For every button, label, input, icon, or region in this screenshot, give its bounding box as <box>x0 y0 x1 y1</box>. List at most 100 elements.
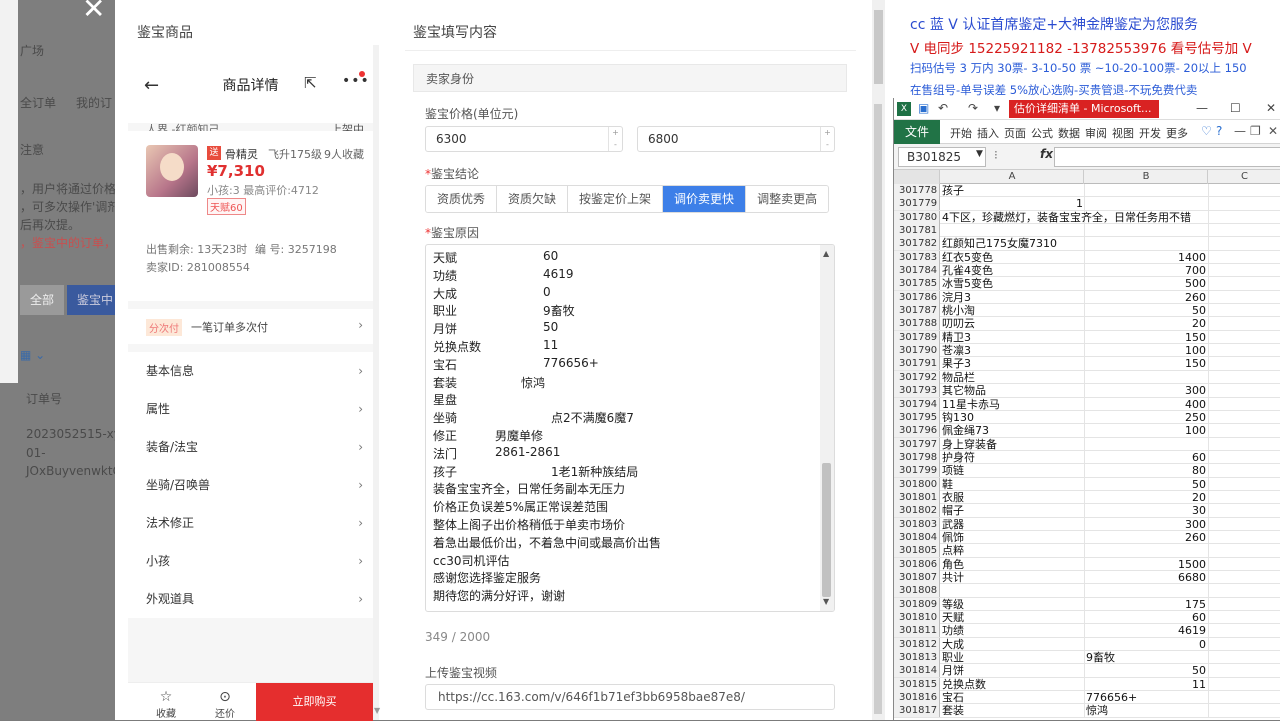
menu-item-children[interactable]: 小孩 › <box>128 542 373 580</box>
bg-all-button[interactable]: 全部 <box>20 285 64 315</box>
table-row[interactable]: 301789 精卫3 150 <box>894 330 1280 345</box>
table-row[interactable]: 301807 共计 6680 <box>894 570 1280 585</box>
table-row[interactable]: 301795 钩130 250 <box>894 410 1280 425</box>
cell-b[interactable]: 260 <box>1086 291 1206 304</box>
cell-b[interactable]: 776656+ <box>1086 691 1206 704</box>
redo-icon[interactable]: ↷ <box>968 101 978 115</box>
row-number[interactable]: 301792 <box>894 370 940 384</box>
table-row[interactable]: 301778 孩子 <box>894 184 1280 198</box>
restore-icon[interactable]: ❐ <box>1250 124 1261 138</box>
row-number[interactable]: 301785 <box>894 277 940 291</box>
quick-access-icon[interactable]: ▾ <box>994 101 1000 115</box>
cell-a[interactable]: 等级 <box>942 598 1084 611</box>
row-number[interactable]: 301794 <box>894 397 940 411</box>
table-row[interactable]: 301815 兑换点数 11 <box>894 677 1280 692</box>
table-row[interactable]: 301790 苍凛3 100 <box>894 344 1280 358</box>
cell-a[interactable]: 共计 <box>942 571 1084 584</box>
cell-a[interactable]: 鞋 <box>942 478 1084 491</box>
table-row[interactable]: 301785 冰雪5变色 500 <box>894 277 1280 291</box>
conclusion-option[interactable]: 调整卖更高 <box>746 186 829 212</box>
help-icon[interactable]: ? <box>1216 124 1222 138</box>
name-box[interactable]: B301825 <box>898 147 986 167</box>
cell-b[interactable]: 100 <box>1086 424 1206 437</box>
cell-b[interactable]: 260 <box>1086 531 1206 544</box>
table-row[interactable]: 301786 浣月3 260 <box>894 290 1280 305</box>
heart-icon[interactable]: ♡ <box>1201 124 1212 138</box>
table-row[interactable]: 301788 叨叨云 20 <box>894 317 1280 331</box>
row-number[interactable]: 301798 <box>894 450 940 464</box>
table-row[interactable]: 301780 4下区，珍藏燃灯，装备宝宝齐全，日常任务用不错 <box>894 210 1280 225</box>
cell-a[interactable]: 冰雪5变色 <box>942 277 1084 290</box>
ribbon-tab[interactable]: 页面 <box>1004 125 1026 141</box>
row-number[interactable]: 301805 <box>894 544 940 558</box>
stepper-icon[interactable]: + - <box>820 127 834 151</box>
buy-now-button[interactable]: 立即购买 <box>256 683 373 721</box>
table-row[interactable]: 301809 等级 175 <box>894 597 1280 611</box>
row-number[interactable]: 301804 <box>894 530 940 544</box>
row-number[interactable]: 301807 <box>894 570 940 584</box>
cell-b[interactable]: 11 <box>1086 678 1206 691</box>
cell-a[interactable]: 武器 <box>942 518 1084 531</box>
scroll-thumb[interactable] <box>874 104 882 714</box>
conclusion-option[interactable]: 资质优秀 <box>426 186 498 212</box>
row-number[interactable]: 301816 <box>894 691 940 705</box>
cell-b[interactable]: 300 <box>1086 518 1206 531</box>
row-number[interactable]: 301791 <box>894 357 940 371</box>
undo-icon[interactable]: ↶ <box>938 101 948 115</box>
cell-b[interactable]: 60 <box>1086 451 1206 464</box>
cell-a[interactable]: 点粹 <box>942 544 1084 557</box>
column-header-c[interactable]: C <box>1209 170 1280 184</box>
cell-a[interactable]: 兑换点数 <box>942 678 1084 691</box>
table-row[interactable]: 301781 <box>894 224 1280 238</box>
table-row[interactable]: 301798 护身符 60 <box>894 450 1280 465</box>
cell-b[interactable]: 400 <box>1086 398 1206 411</box>
cell-b[interactable]: 500 <box>1086 277 1206 290</box>
cell-b[interactable]: 80 <box>1086 464 1206 477</box>
row-number[interactable]: 301788 <box>894 317 940 331</box>
cell-b[interactable]: 1 <box>1076 197 1196 210</box>
row-number[interactable]: 301812 <box>894 637 940 651</box>
row-number[interactable]: 301784 <box>894 264 940 278</box>
row-number[interactable]: 301797 <box>894 437 940 451</box>
menu-item-spell-correction[interactable]: 法术修正 › <box>128 504 373 542</box>
maximize-icon[interactable]: ☐ <box>1230 101 1241 115</box>
table-row[interactable]: 301817 套装 惊鸿 <box>894 704 1280 718</box>
ribbon-tab[interactable]: 开始 <box>950 125 972 141</box>
cell-a[interactable]: 叨叨云 <box>942 317 1084 330</box>
close-icon[interactable]: ✕ <box>82 0 105 25</box>
ribbon-tab[interactable]: 开发 <box>1139 125 1161 141</box>
table-row[interactable]: 301810 天赋 60 <box>894 611 1280 625</box>
cell-a[interactable]: 项链 <box>942 464 1084 477</box>
row-number[interactable]: 301808 <box>894 584 940 598</box>
table-row[interactable]: 301814 月饼 50 <box>894 664 1280 678</box>
table-row[interactable]: 301782 红颜知己175女魔7310 <box>894 237 1280 251</box>
scroll-thumb[interactable] <box>822 463 831 597</box>
cell-a[interactable]: 月饼 <box>942 664 1084 677</box>
cell-a[interactable]: 红颜知己175女魔7310 <box>942 237 1084 250</box>
cell-b[interactable]: 6680 <box>1086 571 1206 584</box>
reason-textarea[interactable]: ▲ ▼ 天赋 60 功绩 4619 大成 0 职业 9畜牧 月饼 50 兑换点数 11 宝石 776656… <box>425 244 835 612</box>
table-row[interactable]: 301813 职业 9畜牧 <box>894 651 1280 665</box>
table-row[interactable]: 301784 孔雀4变色 700 <box>894 264 1280 278</box>
row-number[interactable]: 301799 <box>894 464 940 478</box>
close-icon[interactable]: ✕ <box>1268 124 1278 138</box>
more-icon[interactable]: ••• <box>342 73 370 89</box>
cell-b[interactable]: 1500 <box>1086 558 1206 571</box>
cell-a[interactable]: 红衣5变色 <box>942 251 1084 264</box>
select-all-corner[interactable] <box>894 170 940 184</box>
cell-a[interactable]: 4下区，珍藏燃灯，装备宝宝齐全，日常任务用不错 <box>942 211 1191 224</box>
cell-a[interactable]: 佩饰 <box>942 531 1084 544</box>
fx-icon[interactable]: fx <box>1040 147 1053 161</box>
table-row[interactable]: 301816 宝石 776656+ <box>894 691 1280 705</box>
ribbon-tab[interactable]: 更多 <box>1166 125 1188 141</box>
cell-a[interactable]: 孔雀4变色 <box>942 264 1084 277</box>
cell-a[interactable]: 功绩 <box>942 624 1084 637</box>
scroll-down-icon[interactable]: ▼ <box>374 706 380 715</box>
cell-a[interactable]: 身上穿装备 <box>942 438 1084 451</box>
page-scrollbar[interactable] <box>873 84 883 720</box>
table-row[interactable]: 301800 鞋 50 <box>894 477 1280 491</box>
table-row[interactable]: 301812 大成 0 <box>894 637 1280 652</box>
row-number[interactable]: 301817 <box>894 704 940 718</box>
cell-b[interactable]: 250 <box>1086 411 1206 424</box>
row-number[interactable]: 301789 <box>894 330 940 344</box>
